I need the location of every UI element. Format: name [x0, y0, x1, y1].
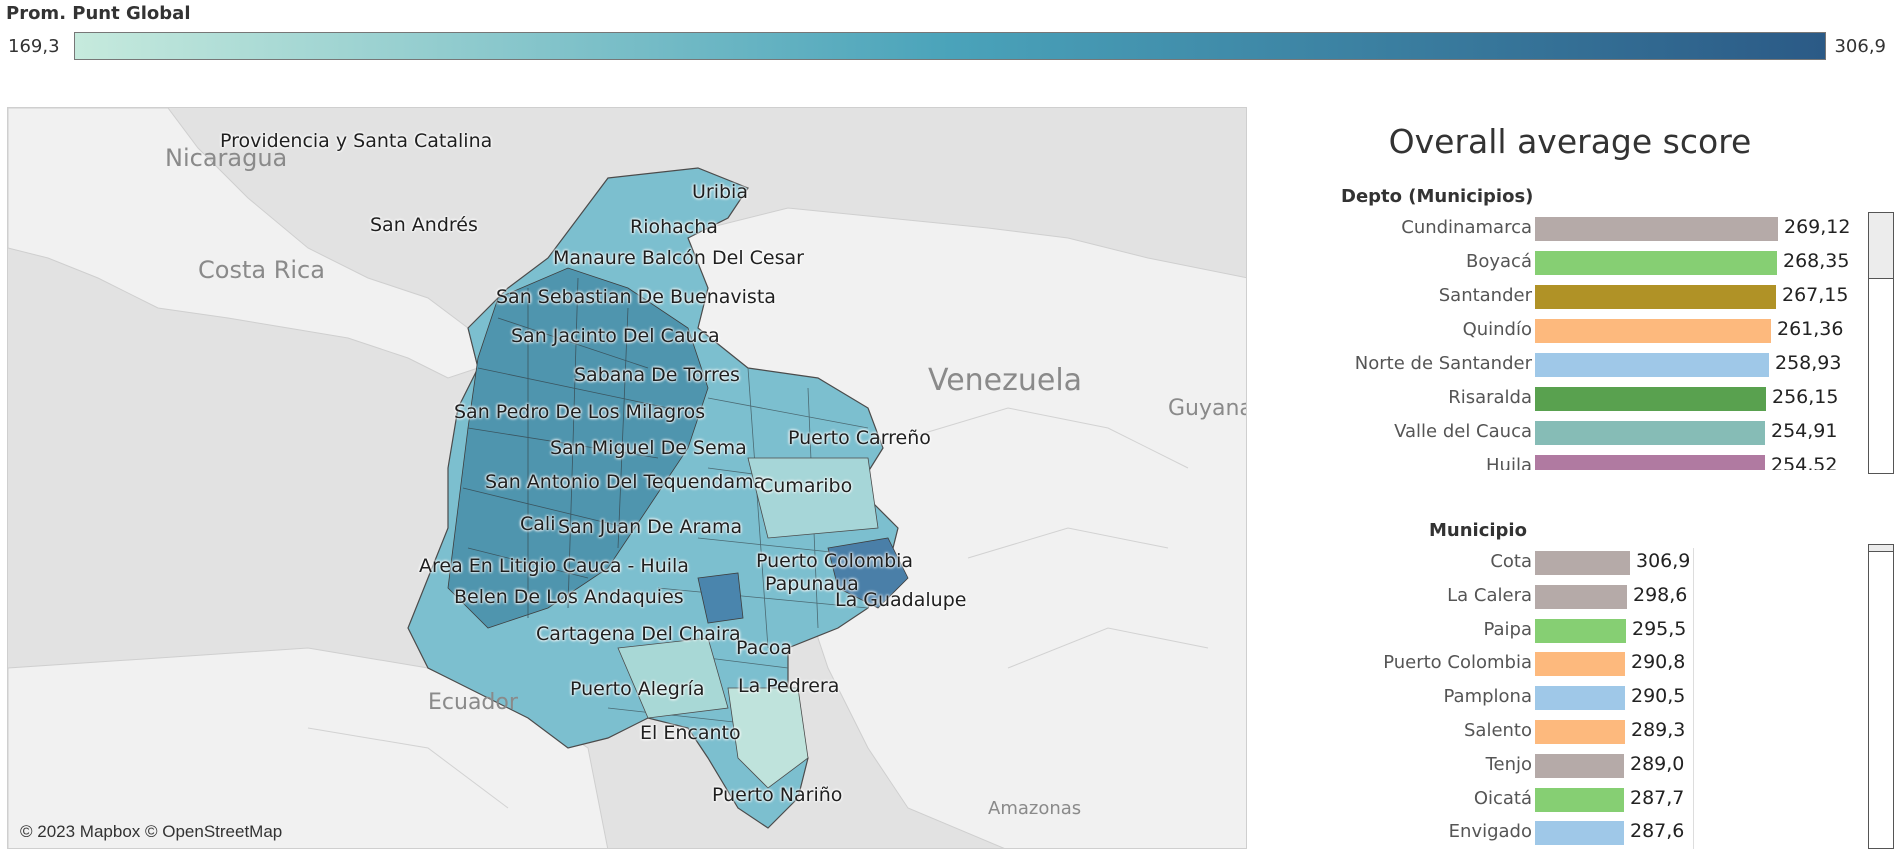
bar[interactable]	[1535, 821, 1624, 846]
bar-value-label: 290,8	[1631, 651, 1686, 674]
bar-value-label: 289,0	[1630, 752, 1685, 775]
bar-category-label: Paipa	[1483, 618, 1532, 640]
bar[interactable]	[1535, 787, 1624, 812]
bar-category-label: Puerto Colombia	[1383, 652, 1532, 674]
bar-row[interactable]: Salento 289,3	[1300, 717, 1860, 747]
municipio-bar-chart[interactable]: Cota 306,9 La Calera 298,6 Paipa 295,5 Puerto …	[0, 0, 1902, 849]
bar-row[interactable]: Cota 306,9	[1300, 548, 1860, 578]
bar[interactable]	[1535, 652, 1625, 677]
bar[interactable]	[1535, 551, 1630, 575]
bar-row[interactable]: Oicatá 287,7	[1300, 785, 1860, 815]
bar-row[interactable]: Envigado 287,6	[1300, 818, 1860, 848]
bar[interactable]	[1535, 584, 1627, 609]
bar-value-label: 295,5	[1632, 617, 1687, 640]
bar-row[interactable]: Tenjo 289,0	[1300, 751, 1860, 781]
bar-category-label: Cota	[1490, 551, 1532, 572]
bar-row[interactable]: Pamplona 290,5	[1300, 683, 1860, 713]
bar-value-label: 306,9	[1636, 550, 1691, 572]
bar[interactable]	[1535, 720, 1625, 744]
bar-row[interactable]: Paipa 295,5	[1300, 616, 1860, 646]
bar-value-label: 298,6	[1633, 583, 1688, 606]
bar-row[interactable]: La Calera 298,6	[1300, 582, 1860, 612]
bar-value-label: 289,3	[1631, 719, 1686, 741]
bar-category-label: Tenjo	[1485, 753, 1532, 775]
bar[interactable]	[1535, 753, 1624, 778]
bar-row[interactable]: Puerto Colombia 290,8	[1300, 649, 1860, 679]
bar-category-label: La Calera	[1447, 584, 1532, 606]
municipio-scrollbar[interactable]	[1868, 544, 1894, 849]
bar-category-label: Envigado	[1448, 821, 1532, 843]
bar-value-label: 287,6	[1630, 820, 1685, 843]
bar[interactable]	[1535, 686, 1625, 711]
bar-category-label: Pamplona	[1443, 686, 1533, 708]
bar-category-label: Salento	[1463, 720, 1532, 741]
bar[interactable]	[1535, 618, 1626, 643]
bar-value-label: 290,5	[1631, 685, 1686, 708]
municipio-scrollbar-thumb[interactable]	[1869, 545, 1893, 552]
bar-category-label: Oicatá	[1473, 787, 1532, 809]
bar-value-label: 287,7	[1630, 786, 1685, 809]
